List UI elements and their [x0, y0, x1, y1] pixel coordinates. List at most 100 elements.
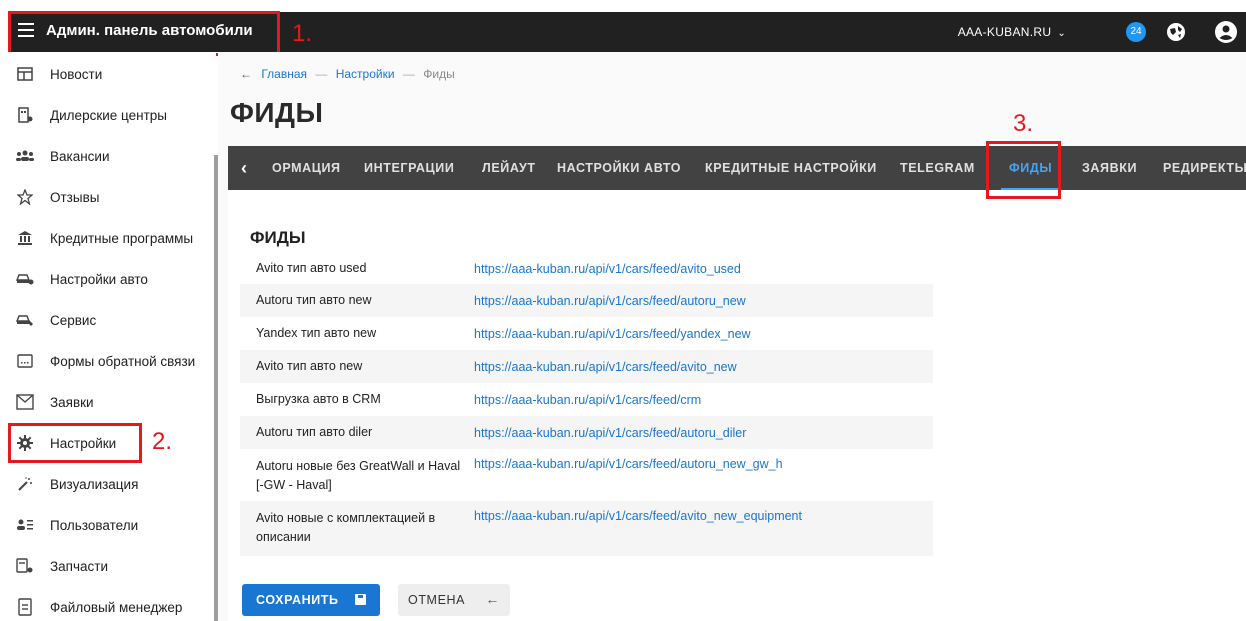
sidebar-item-reviews[interactable]: Отзывы	[0, 177, 210, 217]
tab-telegram[interactable]: TELEGRAM	[900, 146, 975, 190]
tab-information[interactable]: ОРМАЦИЯ	[272, 146, 341, 190]
sidebar-item-parts[interactable]: Запчасти	[0, 546, 210, 586]
table-row: Выгрузка авто в CRM https://aaa-kuban.ru…	[240, 383, 933, 416]
feed-label: Yandex тип авто new	[256, 326, 377, 340]
breadcrumb-separator: —	[315, 67, 328, 81]
table-row: Avito тип авто new https://aaa-kuban.ru/…	[240, 350, 933, 383]
sidebar-item-car-settings[interactable]: Настройки авто	[0, 259, 210, 299]
chevron-down-icon: ⌄	[1057, 28, 1066, 39]
feeds-card: ФИДЫ Avito тип авто used https://aaa-kub…	[228, 190, 1246, 572]
dealer-icon	[16, 106, 34, 124]
main-content: ← Главная — Настройки — Фиды ФИДЫ ‹ ОРМА…	[218, 52, 1246, 621]
breadcrumb-home[interactable]: Главная	[261, 67, 307, 81]
sidebar-item-visualization[interactable]: Визуализация	[0, 464, 210, 504]
sidebar-item-service[interactable]: Сервис	[0, 300, 210, 340]
mail-icon	[16, 393, 34, 411]
tabs-scroll-left-icon[interactable]: ‹	[228, 146, 260, 190]
table-row: Avito тип авто used https://aaa-kuban.ru…	[240, 253, 933, 284]
sidebar-item-vacancies[interactable]: Вакансии	[0, 136, 210, 176]
annotation-box-2	[8, 423, 142, 463]
table-row: Autoru тип авто new https://aaa-kuban.ru…	[240, 284, 933, 317]
feed-label: Avito тип авто used	[256, 261, 367, 275]
breadcrumb-current: Фиды	[423, 67, 455, 81]
sidebar-item-label: Формы обратной связи	[50, 353, 196, 369]
feed-url-link[interactable]: https://aaa-kuban.ru/api/v1/cars/feed/au…	[474, 457, 783, 471]
sidebar-item-label: Новости	[50, 66, 103, 82]
table-row: Avito новые с комплектацией в описании h…	[240, 501, 933, 556]
sidebar: Новости Дилерские центры Вакансии Отзывы…	[0, 52, 216, 621]
table-row: Autoru тип авто diler https://aaa-kuban.…	[240, 416, 933, 449]
site-name: AAA-KUBAN.RU	[957, 25, 1052, 39]
tab-layout[interactable]: ЛЕЙАУТ	[482, 146, 536, 190]
table-row: Yandex тип авто new https://aaa-kuban.ru…	[240, 317, 933, 350]
sidebar-item-label: Запчасти	[50, 558, 108, 574]
sidebar-item-label: Заявки	[50, 394, 94, 410]
breadcrumb-settings[interactable]: Настройки	[336, 67, 395, 81]
feed-label: Выгрузка авто в CRM	[256, 392, 381, 406]
floppy-disk-icon	[355, 594, 366, 605]
feed-label: Autoru тип авто diler	[256, 425, 373, 439]
sidebar-item-label: Дилерские центры	[50, 107, 167, 123]
feed-url-link[interactable]: https://aaa-kuban.ru/api/v1/cars/feed/av…	[474, 360, 737, 374]
feed-url-link[interactable]: https://aaa-kuban.ru/api/v1/cars/feed/au…	[474, 294, 746, 308]
cancel-button[interactable]: ОТМЕНА ←	[398, 584, 510, 616]
annotation-number-1: 1.	[292, 20, 313, 47]
breadcrumb-separator: —	[402, 67, 415, 81]
sidebar-item-credit-programs[interactable]: Кредитные программы	[0, 218, 210, 258]
feed-label: Avito новые с комплектацией в описании	[256, 511, 436, 544]
sidebar-item-label: Пользователи	[50, 517, 139, 533]
feed-url-link[interactable]: https://aaa-kuban.ru/api/v1/cars/feed/av…	[474, 262, 741, 276]
sidebar-item-label: Сервис	[50, 312, 97, 328]
sidebar-item-label: Файловый менеджер	[50, 599, 183, 615]
table-row: Autoru новые без GreatWall и Haval [-GW …	[240, 449, 933, 501]
people-icon	[16, 147, 34, 165]
annotation-number-3: 3.	[1013, 110, 1034, 137]
cancel-button-label: ОТМЕНА	[408, 593, 466, 607]
tab-bar: ‹ ОРМАЦИЯ ИНТЕГРАЦИИ ЛЕЙАУТ НАСТРОЙКИ АВ…	[228, 146, 1246, 190]
sidebar-item-requests[interactable]: Заявки	[0, 382, 210, 422]
annotation-box-1	[8, 11, 280, 56]
feed-label: Avito тип авто new	[256, 359, 363, 373]
sidebar-item-label: Настройки авто	[50, 271, 148, 287]
sidebar-item-label: Визуализация	[50, 476, 139, 492]
action-bar: СОХРАНИТЬ ОТМЕНА ←	[228, 572, 1246, 621]
feed-url-link[interactable]: https://aaa-kuban.ru/api/v1/cars/feed/ya…	[474, 327, 751, 341]
globe-icon[interactable]	[1166, 22, 1186, 42]
magic-wand-icon	[16, 475, 34, 493]
newspaper-icon	[16, 65, 34, 83]
sidebar-item-feedback-forms[interactable]: Формы обратной связи	[0, 341, 210, 381]
car-service-icon	[16, 311, 34, 329]
back-arrow-icon[interactable]: ←	[240, 67, 252, 81]
tab-integrations[interactable]: ИНТЕГРАЦИИ	[364, 146, 454, 190]
annotation-number-2: 2.	[152, 428, 173, 455]
form-icon	[16, 352, 34, 370]
tab-redirects[interactable]: РЕДИРЕКТЫ	[1163, 146, 1246, 190]
sidebar-item-label: Вакансии	[50, 148, 110, 164]
feed-url-link[interactable]: https://aaa-kuban.ru/api/v1/cars/feed/cr…	[474, 393, 701, 407]
notification-badge[interactable]: 24	[1126, 22, 1146, 42]
file-icon	[16, 598, 34, 616]
site-selector[interactable]: AAA-KUBAN.RU ⌄	[958, 25, 1066, 39]
users-list-icon	[16, 516, 34, 534]
tab-car-settings[interactable]: НАСТРОЙКИ АВТО	[557, 146, 681, 190]
sidebar-item-dealers[interactable]: Дилерские центры	[0, 95, 210, 135]
annotation-box-3	[986, 141, 1061, 199]
sidebar-item-label: Кредитные программы	[50, 230, 194, 246]
feed-label: Autoru тип авто new	[256, 293, 372, 307]
sidebar-item-users[interactable]: Пользователи	[0, 505, 210, 545]
feed-url-link[interactable]: https://aaa-kuban.ru/api/v1/cars/feed/au…	[474, 426, 746, 440]
parts-icon	[16, 557, 34, 575]
arrow-left-icon: ←	[485, 591, 500, 607]
sidebar-item-news[interactable]: Новости	[0, 54, 210, 94]
save-button[interactable]: СОХРАНИТЬ	[242, 584, 380, 616]
feed-url-link[interactable]: https://aaa-kuban.ru/api/v1/cars/feed/av…	[474, 509, 802, 523]
breadcrumb: ← Главная — Настройки — Фиды	[240, 67, 455, 81]
tab-requests[interactable]: ЗАЯВКИ	[1082, 146, 1137, 190]
page-title: ФИДЫ	[230, 97, 324, 128]
sidebar-item-file-manager[interactable]: Файловый менеджер	[0, 587, 210, 621]
car-settings-icon	[16, 270, 34, 288]
sidebar-item-label: Отзывы	[50, 189, 100, 205]
save-button-label: СОХРАНИТЬ	[256, 593, 339, 607]
account-icon[interactable]	[1214, 20, 1238, 44]
tab-credit-settings[interactable]: КРЕДИТНЫЕ НАСТРОЙКИ	[705, 146, 877, 190]
